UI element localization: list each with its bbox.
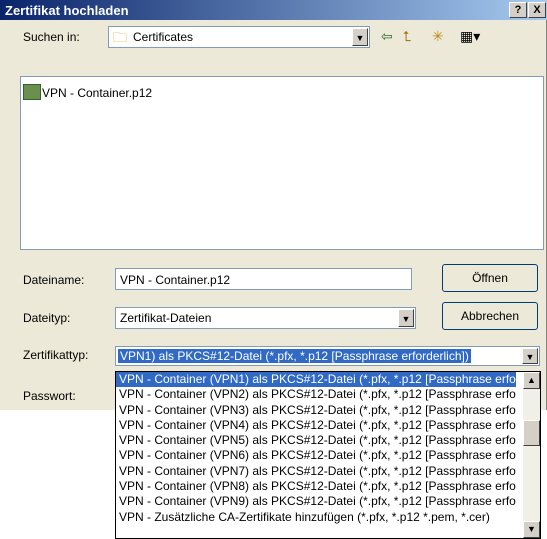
file-list[interactable]: VPN - Container.p12 — [20, 76, 544, 250]
certificate-file-icon — [23, 84, 41, 100]
lookin-label: Suchen in: — [23, 30, 80, 44]
dropdown-option[interactable]: VPN - Container (VPN2) als PKCS#12-Datei… — [116, 387, 516, 402]
file-item-name: VPN - Container.p12 — [42, 86, 153, 100]
help-button[interactable]: ? — [509, 2, 527, 18]
file-item[interactable]: VPN - Container.p12 — [23, 84, 152, 100]
dropdown-option[interactable]: VPN - Container (VPN8) als PKCS#12-Datei… — [116, 479, 516, 494]
filename-label: Dateiname: — [23, 273, 85, 287]
open-button[interactable]: Öffnen — [442, 264, 538, 292]
dropdown-option[interactable]: VPN - Container (VPN6) als PKCS#12-Datei… — [116, 448, 516, 463]
password-label: Passwort: — [23, 389, 76, 403]
dropdown-option[interactable]: VPN - Container (VPN9) als PKCS#12-Datei… — [116, 494, 516, 509]
back-icon[interactable]: ⇦ — [381, 28, 393, 44]
dropdown-option[interactable]: VPN - Container (VPN7) als PKCS#12-Datei… — [116, 464, 516, 479]
filetype-combo[interactable]: Zertifikat-Dateien ▼ — [115, 307, 416, 329]
certtype-dropdown-list[interactable]: VPN - Container (VPN1) als PKCS#12-Datei… — [115, 371, 541, 539]
filetype-value: Zertifikat-Dateien — [120, 311, 212, 325]
up-folder-icon[interactable]: ⮤ — [403, 28, 411, 44]
filetype-label: Dateityp: — [23, 311, 71, 325]
dropdown-option[interactable]: VPN - Zusätzliche CA-Zertifikate hinzufü… — [116, 510, 516, 525]
dropdown-scrollbar[interactable]: ▲ ▼ — [523, 372, 540, 538]
certtype-label: Zertifikattyp: — [23, 348, 89, 362]
lookin-value: Certificates — [133, 30, 194, 44]
dropdown-option[interactable]: VPN - Container (VPN1) als PKCS#12-Datei… — [116, 372, 516, 388]
cancel-button[interactable]: Abbrechen — [442, 302, 538, 330]
new-folder-icon[interactable]: ✳ — [432, 28, 444, 44]
scroll-thumb[interactable] — [523, 420, 540, 446]
certtype-value: VPN1) als PKCS#12-Datei (*.pfx, *.p12 [P… — [118, 349, 471, 363]
chevron-down-icon[interactable]: ▼ — [522, 348, 538, 364]
filename-value: VPN - Container.p12 — [120, 273, 231, 287]
title-bar: Zertifikat hochladen ? X — [0, 0, 547, 20]
filename-input[interactable]: VPN - Container.p12 — [115, 268, 412, 290]
chevron-down-icon[interactable]: ▼ — [398, 309, 414, 327]
close-button[interactable]: X — [528, 2, 546, 18]
dropdown-option[interactable]: VPN - Container (VPN3) als PKCS#12-Datei… — [116, 403, 516, 418]
certtype-combo[interactable]: VPN1) als PKCS#12-Datei (*.pfx, *.p12 [P… — [115, 346, 540, 366]
folder-icon: 🗀 — [113, 29, 127, 45]
dropdown-option[interactable]: VPN - Container (VPN5) als PKCS#12-Datei… — [116, 433, 516, 448]
file-dialog: Zertifikat hochladen ? X Suchen in: 🗀 Ce… — [0, 0, 547, 410]
scroll-down-icon[interactable]: ▼ — [523, 521, 540, 538]
scroll-up-icon[interactable]: ▲ — [523, 372, 540, 389]
views-menu-icon[interactable]: ▦▾ — [460, 28, 480, 44]
lookin-combo[interactable]: 🗀 Certificates ▼ — [108, 26, 370, 48]
window-title: Zertifikat hochladen — [5, 3, 129, 18]
chevron-down-icon[interactable]: ▼ — [352, 28, 368, 46]
dropdown-option[interactable]: VPN - Container (VPN4) als PKCS#12-Datei… — [116, 418, 516, 433]
